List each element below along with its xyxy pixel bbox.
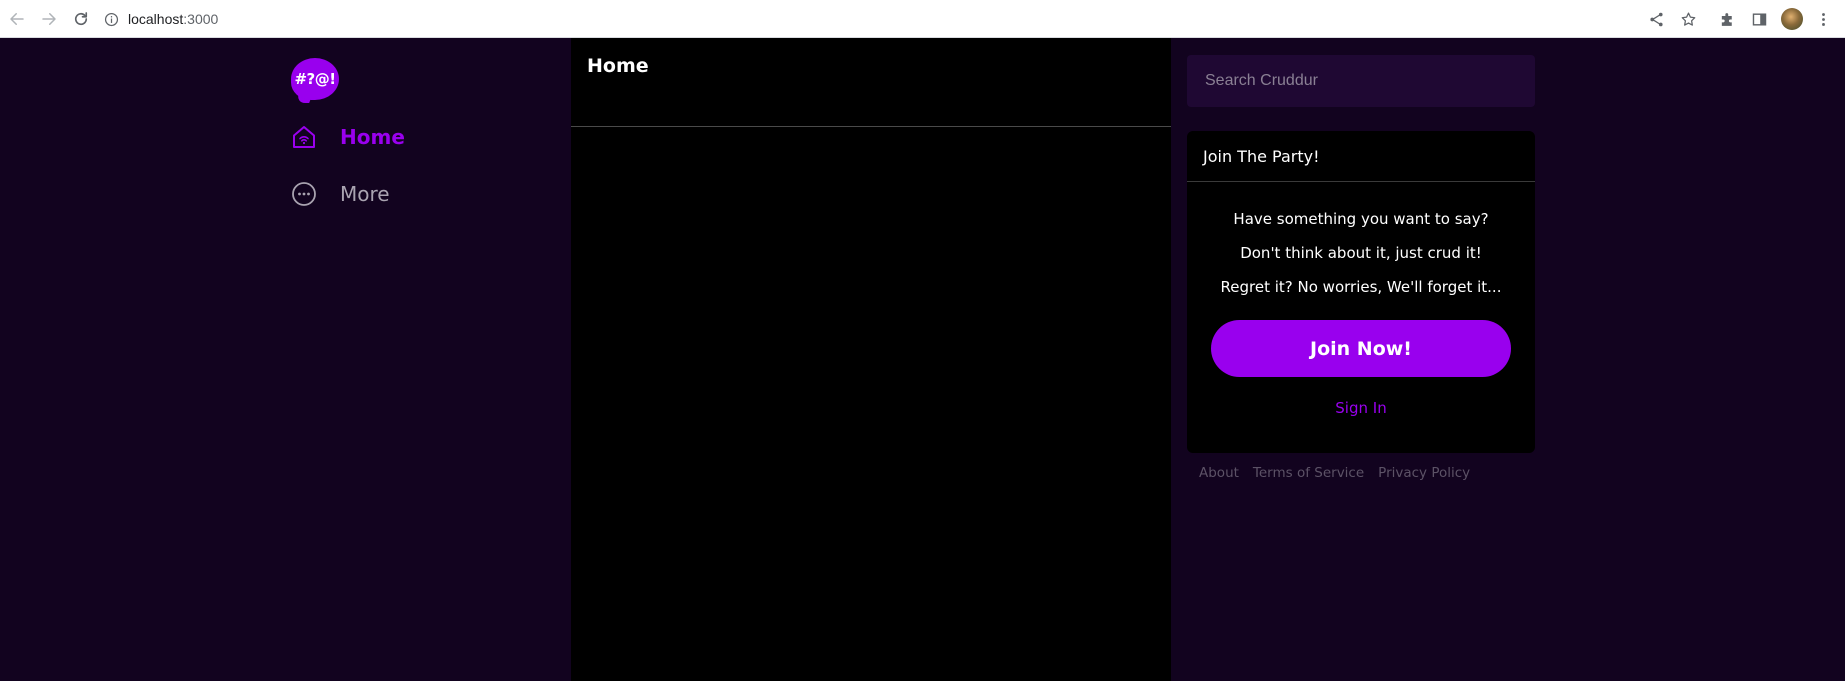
footer-links: About Terms of Service Privacy Policy: [1199, 465, 1470, 481]
share-icon: [1649, 12, 1663, 26]
puzzle-icon: [1721, 12, 1732, 26]
browser-toolbar: localhost:3000: [0, 0, 1845, 38]
search-box[interactable]: [1187, 55, 1535, 107]
home-icon: [291, 124, 317, 150]
star-icon: [1681, 11, 1695, 26]
address-bar[interactable]: localhost:3000: [104, 5, 218, 33]
side-panel-button[interactable]: [1748, 8, 1770, 30]
join-card-title: Join The Party!: [1187, 131, 1535, 182]
bookmark-button[interactable]: [1677, 8, 1699, 30]
browser-menu-button[interactable]: [1812, 8, 1834, 30]
footer-link-privacy[interactable]: Privacy Policy: [1378, 465, 1470, 481]
join-card-line: Regret it? No worries, We'll forget it..…: [1220, 278, 1502, 296]
sidebar-item-more[interactable]: More: [291, 181, 390, 207]
info-icon[interactable]: [104, 12, 119, 27]
reload-button[interactable]: [70, 8, 92, 30]
logo-text: #?@!: [294, 70, 336, 88]
search-input[interactable]: [1203, 71, 1519, 91]
forward-button[interactable]: [38, 8, 60, 30]
footer-link-about[interactable]: About: [1199, 465, 1239, 481]
profile-avatar[interactable]: [1781, 8, 1803, 30]
join-card: Join The Party! Have something you want …: [1187, 131, 1535, 453]
sidebar-item-label: Home: [340, 125, 405, 149]
kebab-menu-icon: [1821, 12, 1825, 26]
join-card-line: Don't think about it, just crud it!: [1240, 244, 1482, 262]
sidebar-item-home[interactable]: Home: [291, 124, 405, 150]
share-button[interactable]: [1645, 8, 1667, 30]
main-feed: Home: [571, 38, 1171, 681]
reload-icon: [74, 12, 88, 26]
extensions-button[interactable]: [1716, 8, 1738, 30]
more-icon: [291, 181, 317, 207]
url-host: localhost: [128, 11, 184, 27]
back-button[interactable]: [6, 8, 28, 30]
url-port: :3000: [183, 11, 219, 27]
main-header: Home: [571, 38, 1171, 127]
sign-in-link[interactable]: Sign In: [1187, 399, 1535, 417]
logo[interactable]: #?@!: [291, 58, 339, 103]
page-title: Home: [587, 55, 649, 77]
sidebar-item-label: More: [340, 182, 390, 206]
side-panel-icon: [1752, 12, 1766, 26]
join-card-line: Have something you want to say?: [1233, 210, 1489, 228]
arrow-right-icon: [42, 13, 56, 25]
footer-link-terms[interactable]: Terms of Service: [1253, 465, 1364, 481]
join-now-button[interactable]: Join Now!: [1211, 320, 1511, 377]
address-url[interactable]: localhost:3000: [128, 11, 218, 27]
arrow-left-icon: [10, 13, 24, 25]
